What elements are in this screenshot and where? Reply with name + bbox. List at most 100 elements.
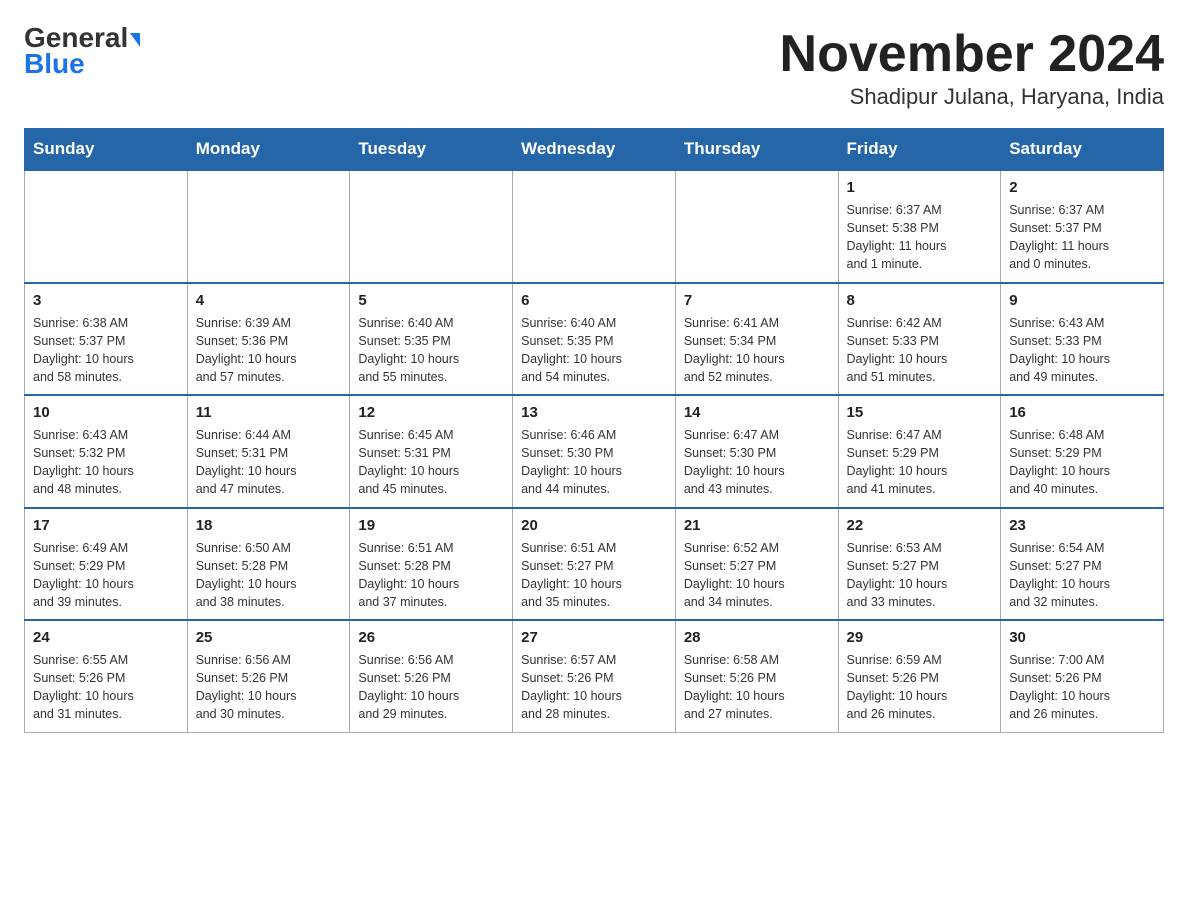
calendar-week-row: 3Sunrise: 6:38 AM Sunset: 5:37 PM Daylig…	[25, 283, 1164, 396]
cell-inner: 25Sunrise: 6:56 AM Sunset: 5:26 PM Dayli…	[196, 629, 342, 724]
cell-inner: 30Sunrise: 7:00 AM Sunset: 5:26 PM Dayli…	[1009, 629, 1155, 724]
cell-inner: 4Sunrise: 6:39 AM Sunset: 5:36 PM Daylig…	[196, 292, 342, 387]
page-header: General Blue November 2024 Shadipur Jula…	[24, 24, 1164, 110]
day-of-week-header: Sunday	[25, 129, 188, 171]
calendar-cell: 4Sunrise: 6:39 AM Sunset: 5:36 PM Daylig…	[187, 283, 350, 396]
day-info: Sunrise: 7:00 AM Sunset: 5:26 PM Dayligh…	[1009, 651, 1155, 724]
calendar-cell: 17Sunrise: 6:49 AM Sunset: 5:29 PM Dayli…	[25, 508, 188, 621]
calendar-cell: 6 Sunrise: 6:40 AM Sunset: 5:35 PM Daylig…	[513, 283, 676, 396]
calendar-title: November 2024	[780, 24, 1164, 84]
day-number: 22	[847, 517, 993, 534]
day-info: Sunrise: 6:48 AM Sunset: 5:29 PM Dayligh…	[1009, 426, 1155, 499]
calendar-subtitle: Shadipur Julana, Haryana, India	[780, 84, 1164, 110]
cell-inner: 19Sunrise: 6:51 AM Sunset: 5:28 PM Dayli…	[358, 517, 504, 612]
calendar-cell: 19Sunrise: 6:51 AM Sunset: 5:28 PM Dayli…	[350, 508, 513, 621]
calendar-cell: 24 Sunrise: 6:55 AM Sunset: 5:26 PM Dayli…	[25, 620, 188, 732]
calendar-cell: 8Sunrise: 6:42 AM Sunset: 5:33 PM Daylig…	[838, 283, 1001, 396]
calendar-cell: 13 Sunrise: 6:46 AM Sunset: 5:30 PM Dayli…	[513, 395, 676, 508]
day-info: Sunrise: 6:44 AM Sunset: 5:31 PM Dayligh…	[196, 426, 342, 499]
day-number: 13	[521, 404, 667, 421]
day-number: 6	[521, 292, 667, 309]
cell-inner: 2Sunrise: 6:37 AM Sunset: 5:37 PM Daylig…	[1009, 179, 1155, 274]
calendar-cell: 11Sunrise: 6:44 AM Sunset: 5:31 PM Dayli…	[187, 395, 350, 508]
calendar-cell	[675, 170, 838, 283]
cell-inner: 27Sunrise: 6:57 AM Sunset: 5:26 PM Dayli…	[521, 629, 667, 724]
cell-inner: 6 Sunrise: 6:40 AM Sunset: 5:35 PM Daylig…	[521, 292, 667, 387]
day-number: 12	[358, 404, 504, 421]
day-info: Sunrise: 6:37 AM Sunset: 5:37 PM Dayligh…	[1009, 201, 1155, 274]
cell-inner: 26 Sunrise: 6:56 AM Sunset: 5:26 PM Dayli…	[358, 629, 504, 724]
day-info: Sunrise: 6:45 AM Sunset: 5:31 PM Dayligh…	[358, 426, 504, 499]
calendar-cell: 27Sunrise: 6:57 AM Sunset: 5:26 PM Dayli…	[513, 620, 676, 732]
cell-inner: 24 Sunrise: 6:55 AM Sunset: 5:26 PM Dayli…	[33, 629, 179, 724]
logo-triangle-icon	[130, 33, 140, 47]
day-info: Sunrise: 6:59 AM Sunset: 5:26 PM Dayligh…	[847, 651, 993, 724]
calendar-body: 1 Sunrise: 6:37 AM Sunset: 5:38 PM Daylig…	[25, 170, 1164, 732]
day-number: 9	[1009, 292, 1155, 309]
day-number: 15	[847, 404, 993, 421]
calendar-cell: 9Sunrise: 6:43 AM Sunset: 5:33 PM Daylig…	[1001, 283, 1164, 396]
calendar-cell: 5 Sunrise: 6:40 AM Sunset: 5:35 PM Daylig…	[350, 283, 513, 396]
day-info: Sunrise: 6:49 AM Sunset: 5:29 PM Dayligh…	[33, 539, 179, 612]
cell-inner: 13 Sunrise: 6:46 AM Sunset: 5:30 PM Dayli…	[521, 404, 667, 499]
day-info: Sunrise: 6:40 AM Sunset: 5:35 PM Dayligh…	[358, 314, 504, 387]
cell-inner: 15Sunrise: 6:47 AM Sunset: 5:29 PM Dayli…	[847, 404, 993, 499]
day-number: 20	[521, 517, 667, 534]
cell-inner: 16 Sunrise: 6:48 AM Sunset: 5:29 PM Dayli…	[1009, 404, 1155, 499]
calendar-cell: 18Sunrise: 6:50 AM Sunset: 5:28 PM Dayli…	[187, 508, 350, 621]
calendar-cell: 16 Sunrise: 6:48 AM Sunset: 5:29 PM Dayli…	[1001, 395, 1164, 508]
day-info: Sunrise: 6:52 AM Sunset: 5:27 PM Dayligh…	[684, 539, 830, 612]
calendar-cell: 21Sunrise: 6:52 AM Sunset: 5:27 PM Dayli…	[675, 508, 838, 621]
calendar-cell: 1 Sunrise: 6:37 AM Sunset: 5:38 PM Daylig…	[838, 170, 1001, 283]
cell-inner: 17Sunrise: 6:49 AM Sunset: 5:29 PM Dayli…	[33, 517, 179, 612]
day-number: 18	[196, 517, 342, 534]
calendar-week-row: 17Sunrise: 6:49 AM Sunset: 5:29 PM Dayli…	[25, 508, 1164, 621]
day-info: Sunrise: 6:47 AM Sunset: 5:30 PM Dayligh…	[684, 426, 830, 499]
cell-inner: 12 Sunrise: 6:45 AM Sunset: 5:31 PM Dayli…	[358, 404, 504, 499]
day-of-week-header: Thursday	[675, 129, 838, 171]
calendar-cell: 7Sunrise: 6:41 AM Sunset: 5:34 PM Daylig…	[675, 283, 838, 396]
logo: General Blue	[24, 24, 140, 80]
day-info: Sunrise: 6:37 AM Sunset: 5:38 PM Dayligh…	[847, 201, 993, 274]
day-info: Sunrise: 6:46 AM Sunset: 5:30 PM Dayligh…	[521, 426, 667, 499]
cell-inner: 11Sunrise: 6:44 AM Sunset: 5:31 PM Dayli…	[196, 404, 342, 499]
day-info: Sunrise: 6:40 AM Sunset: 5:35 PM Dayligh…	[521, 314, 667, 387]
day-info: Sunrise: 6:56 AM Sunset: 5:26 PM Dayligh…	[358, 651, 504, 724]
day-number: 19	[358, 517, 504, 534]
calendar-cell	[350, 170, 513, 283]
day-number: 5	[358, 292, 504, 309]
cell-inner: 3Sunrise: 6:38 AM Sunset: 5:37 PM Daylig…	[33, 292, 179, 387]
calendar-cell: 12 Sunrise: 6:45 AM Sunset: 5:31 PM Dayli…	[350, 395, 513, 508]
day-number: 1	[847, 179, 993, 196]
day-number: 16	[1009, 404, 1155, 421]
cell-inner: 28 Sunrise: 6:58 AM Sunset: 5:26 PM Dayli…	[684, 629, 830, 724]
day-info: Sunrise: 6:55 AM Sunset: 5:26 PM Dayligh…	[33, 651, 179, 724]
calendar-cell	[187, 170, 350, 283]
calendar-table: SundayMondayTuesdayWednesdayThursdayFrid…	[24, 128, 1164, 733]
calendar-cell: 26 Sunrise: 6:56 AM Sunset: 5:26 PM Dayli…	[350, 620, 513, 732]
days-of-week-row: SundayMondayTuesdayWednesdayThursdayFrid…	[25, 129, 1164, 171]
day-number: 28	[684, 629, 830, 646]
day-of-week-header: Saturday	[1001, 129, 1164, 171]
calendar-cell: 25Sunrise: 6:56 AM Sunset: 5:26 PM Dayli…	[187, 620, 350, 732]
calendar-cell: 29Sunrise: 6:59 AM Sunset: 5:26 PM Dayli…	[838, 620, 1001, 732]
day-number: 24	[33, 629, 179, 646]
day-of-week-header: Monday	[187, 129, 350, 171]
day-info: Sunrise: 6:57 AM Sunset: 5:26 PM Dayligh…	[521, 651, 667, 724]
title-block: November 2024 Shadipur Julana, Haryana, …	[780, 24, 1164, 110]
calendar-cell: 14 Sunrise: 6:47 AM Sunset: 5:30 PM Dayli…	[675, 395, 838, 508]
day-number: 26	[358, 629, 504, 646]
day-number: 23	[1009, 517, 1155, 534]
day-info: Sunrise: 6:43 AM Sunset: 5:32 PM Dayligh…	[33, 426, 179, 499]
day-of-week-header: Tuesday	[350, 129, 513, 171]
day-number: 8	[847, 292, 993, 309]
day-info: Sunrise: 6:53 AM Sunset: 5:27 PM Dayligh…	[847, 539, 993, 612]
cell-inner: 1 Sunrise: 6:37 AM Sunset: 5:38 PM Daylig…	[847, 179, 993, 274]
calendar-cell: 10Sunrise: 6:43 AM Sunset: 5:32 PM Dayli…	[25, 395, 188, 508]
cell-inner: 10Sunrise: 6:43 AM Sunset: 5:32 PM Dayli…	[33, 404, 179, 499]
day-number: 14	[684, 404, 830, 421]
day-number: 3	[33, 292, 179, 309]
calendar-cell: 28 Sunrise: 6:58 AM Sunset: 5:26 PM Dayli…	[675, 620, 838, 732]
logo-text-line2: Blue	[24, 48, 85, 80]
day-info: Sunrise: 6:58 AM Sunset: 5:26 PM Dayligh…	[684, 651, 830, 724]
